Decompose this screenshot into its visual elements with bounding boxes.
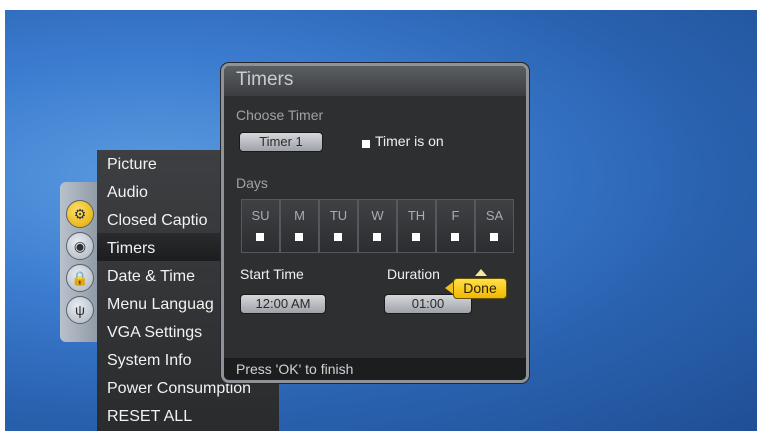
dialog-title-bar: Timers: [224, 66, 526, 96]
timers-dialog: Timers Choose Timer Timer 1 Timer is on …: [221, 63, 529, 383]
day-label: W: [371, 208, 384, 223]
day-checkbox: [451, 233, 459, 241]
tree-icon[interactable]: ψ: [66, 296, 94, 324]
day-label: TH: [407, 208, 426, 223]
day-toggle-w[interactable]: W: [358, 199, 397, 253]
menu-item-menu-language[interactable]: Menu Languag: [107, 296, 214, 314]
start-time-field[interactable]: 12:00 AM: [240, 294, 326, 314]
menu-item-picture[interactable]: Picture: [107, 156, 157, 174]
category-rail: ⚙ ◉ 🔒 ψ: [60, 182, 100, 342]
timer-on-label: Timer is on: [375, 133, 444, 149]
menu-item-vga-settings[interactable]: VGA Settings: [107, 324, 202, 342]
menu-item-system-info[interactable]: System Info: [107, 352, 191, 370]
menu-item-audio[interactable]: Audio: [107, 184, 148, 202]
day-toggle-sa[interactable]: SA: [475, 199, 514, 253]
day-toggle-m[interactable]: M: [280, 199, 319, 253]
up-arrow-icon: [475, 269, 487, 276]
menu-item-timers[interactable]: Timers: [107, 240, 155, 258]
dialog-footer: Press 'OK' to finish: [224, 358, 526, 380]
day-toggle-su[interactable]: SU: [241, 199, 280, 253]
footer-hint: Press 'OK' to finish: [236, 361, 354, 377]
day-checkbox: [373, 233, 381, 241]
day-toggle-f[interactable]: F: [436, 199, 475, 253]
day-toggle-th[interactable]: TH: [397, 199, 436, 253]
choose-timer-label: Choose Timer: [236, 107, 324, 123]
day-checkbox: [334, 233, 342, 241]
day-label: M: [294, 208, 305, 223]
done-button[interactable]: Done: [453, 278, 507, 299]
day-checkbox: [295, 233, 303, 241]
left-arrow-icon: [445, 282, 453, 294]
days-label: Days: [236, 175, 268, 191]
dialog-title: Timers: [236, 69, 294, 90]
day-label: F: [451, 208, 460, 223]
start-time-label: Start Time: [240, 266, 304, 282]
tv-screen: ⚙ ◉ 🔒 ψ Picture Audio Closed Captio Time…: [5, 10, 757, 431]
day-checkbox: [412, 233, 420, 241]
menu-item-date-time[interactable]: Date & Time: [107, 268, 195, 286]
timer-on-checkbox[interactable]: [362, 140, 370, 148]
settings-icon[interactable]: ⚙: [66, 200, 94, 228]
day-checkbox: [490, 233, 498, 241]
menu-item-closed-captions[interactable]: Closed Captio: [107, 212, 208, 230]
duration-label: Duration: [387, 266, 440, 282]
timer-select[interactable]: Timer 1: [239, 132, 323, 152]
day-label: SA: [485, 208, 504, 223]
day-toggle-tu[interactable]: TU: [319, 199, 358, 253]
lock-icon[interactable]: 🔒: [66, 264, 94, 292]
menu-item-reset-all[interactable]: RESET ALL: [107, 408, 192, 426]
day-checkbox: [256, 233, 264, 241]
broadcast-icon[interactable]: ◉: [66, 232, 94, 260]
day-label: TU: [329, 208, 348, 223]
day-label: SU: [251, 208, 270, 223]
